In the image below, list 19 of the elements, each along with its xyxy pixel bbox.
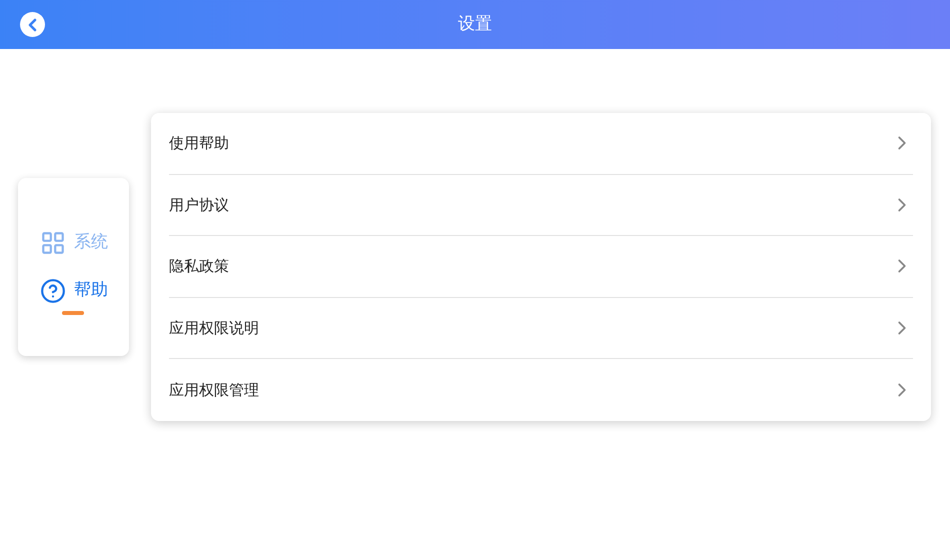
menu-item[interactable]: 应用权限说明 <box>169 298 913 359</box>
sidebar-tab[interactable]: 帮助 <box>38 278 110 304</box>
menu-label: 隐私政策 <box>169 256 229 277</box>
menu-label: 使用帮助 <box>169 133 229 154</box>
active-indicator <box>62 311 84 315</box>
menu-label: 用户协议 <box>169 194 229 216</box>
menu-label: 应用权限说明 <box>169 318 259 338</box>
grid-icon <box>40 230 66 256</box>
back-button[interactable] <box>20 12 45 37</box>
menu-label: 应用权限管理 <box>169 380 259 400</box>
tab-label: 系统 <box>74 231 108 254</box>
menu-item[interactable]: 隐私政策 <box>169 236 913 298</box>
page-title: 设置 <box>458 12 492 36</box>
menu-item[interactable]: 使用帮助 <box>169 113 913 174</box>
tab-label: 帮助 <box>74 279 108 302</box>
menu-item[interactable]: 应用权限管理 <box>169 359 913 420</box>
help-icon <box>40 278 66 304</box>
back-icon <box>26 18 40 32</box>
menu-item[interactable]: 用户协议 <box>169 174 913 236</box>
